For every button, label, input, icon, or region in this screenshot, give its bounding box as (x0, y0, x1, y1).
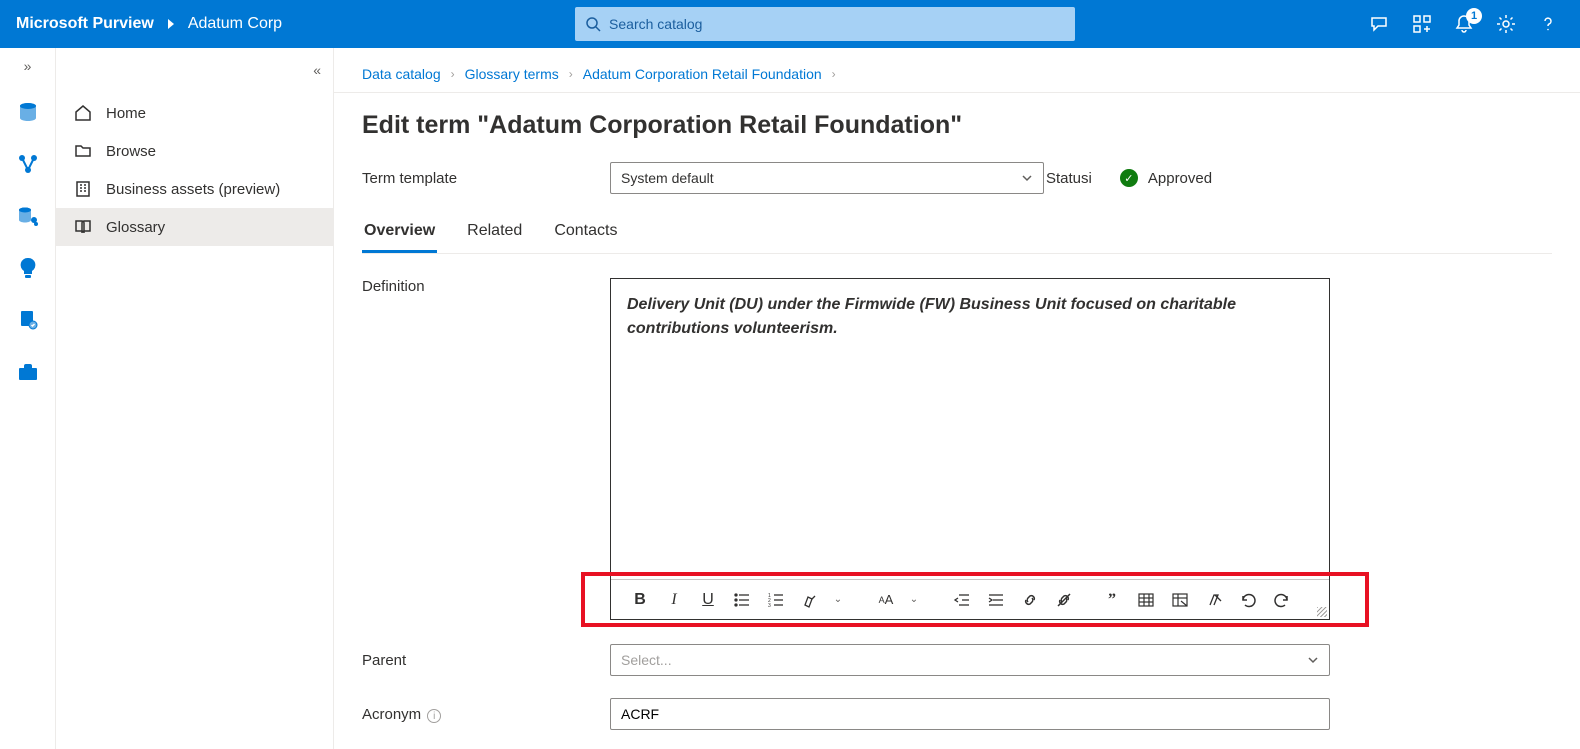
term-template-value: System default (621, 170, 714, 186)
search-icon (585, 16, 601, 32)
font-size-button[interactable]: AA (871, 585, 901, 615)
underline-button[interactable]: U (693, 585, 723, 615)
sidebar-item-browse[interactable]: Browse (56, 132, 333, 170)
sidebar-item-label: Business assets (preview) (106, 181, 280, 198)
top-bar: Microsoft Purview Adatum Corp 1 (0, 0, 1580, 48)
clear-format-button[interactable] (1199, 585, 1229, 615)
info-icon[interactable]: i (1089, 170, 1092, 187)
breadcrumb-current-term[interactable]: Adatum Corporation Retail Foundation (583, 66, 822, 82)
sidebar-item-label: Home (106, 105, 146, 122)
book-icon (74, 218, 92, 236)
bold-button[interactable]: B (625, 585, 655, 615)
parent-select[interactable]: Select... (610, 644, 1330, 676)
rail-map-icon[interactable] (14, 150, 42, 178)
term-template-label: Term template (362, 170, 610, 187)
acronym-label: Acronymi (362, 706, 610, 723)
status-label: Statusi (1046, 170, 1092, 187)
chevron-right-icon: › (451, 67, 455, 81)
definition-editor: Delivery Unit (DU) under the Firmwide (F… (610, 278, 1330, 620)
chevron-down-icon (1307, 654, 1319, 666)
tab-related[interactable]: Related (465, 216, 524, 253)
breadcrumb: Data catalog › Glossary terms › Adatum C… (334, 48, 1580, 93)
sidebar-item-business-assets[interactable]: Business assets (preview) (56, 170, 333, 208)
chevron-down-icon[interactable]: ⌄ (899, 585, 929, 615)
highlight-color-button[interactable] (795, 585, 825, 615)
link-button[interactable] (1015, 585, 1045, 615)
indent-button[interactable] (981, 585, 1011, 615)
bullet-list-button[interactable] (727, 585, 757, 615)
search-catalog-input[interactable] (575, 7, 1075, 41)
tab-overview[interactable]: Overview (362, 216, 437, 253)
breadcrumb-glossary-terms[interactable]: Glossary terms (465, 66, 559, 82)
collapse-sidebar-icon[interactable]: « (313, 62, 321, 78)
parent-placeholder: Select... (621, 652, 672, 668)
sidebar-item-home[interactable]: Home (56, 94, 333, 132)
sidebar-item-label: Glossary (106, 219, 165, 236)
sidebar-item-label: Browse (106, 143, 156, 160)
table-button[interactable] (1131, 585, 1161, 615)
rail-insights-icon[interactable] (14, 254, 42, 282)
chevron-right-icon: › (569, 67, 573, 81)
rich-text-toolbar: B I U 123 ⌄ AA ⌄ (611, 579, 1329, 619)
building-icon (74, 180, 92, 198)
term-tabs: Overview Related Contacts (362, 216, 1552, 254)
status-approved-icon: ✓ (1120, 169, 1138, 187)
expand-rail-icon[interactable]: » (24, 58, 32, 74)
definition-label: Definition (362, 278, 610, 295)
breadcrumb-data-catalog[interactable]: Data catalog (362, 66, 441, 82)
outdent-button[interactable] (947, 585, 977, 615)
table-style-button[interactable] (1165, 585, 1195, 615)
definition-textarea[interactable]: Delivery Unit (DU) under the Firmwide (F… (611, 279, 1329, 579)
sidebar-item-glossary[interactable]: Glossary (56, 208, 333, 246)
chevron-down-icon[interactable]: ⌄ (823, 585, 853, 615)
rail-sources-icon[interactable] (14, 202, 42, 230)
status-value: Approved (1148, 170, 1212, 187)
sidebar-nav: « Home Browse Business assets (preview) … (56, 48, 334, 749)
rail-data-catalog-icon[interactable] (14, 98, 42, 126)
undo-button[interactable] (1233, 585, 1263, 615)
folder-icon (74, 142, 92, 160)
chevron-down-icon (1021, 172, 1033, 184)
caret-right-icon (168, 19, 174, 29)
resize-handle-icon[interactable] (1317, 607, 1327, 617)
parent-label: Parent (362, 652, 610, 669)
notification-badge: 1 (1466, 8, 1482, 24)
italic-button[interactable]: I (659, 585, 689, 615)
svg-text:3: 3 (768, 603, 771, 609)
page-title: Edit term "Adatum Corporation Retail Fou… (334, 93, 1580, 162)
redo-button[interactable] (1267, 585, 1297, 615)
home-icon (74, 104, 92, 122)
acronym-input[interactable] (610, 698, 1330, 730)
chevron-right-icon: › (832, 67, 836, 81)
help-icon[interactable] (1536, 12, 1560, 36)
term-template-select[interactable]: System default (610, 162, 1044, 194)
tab-contacts[interactable]: Contacts (552, 216, 619, 253)
brand-name[interactable]: Microsoft Purview (16, 15, 154, 33)
main-content: Data catalog › Glossary terms › Adatum C… (334, 48, 1580, 749)
feedback-icon[interactable] (1368, 12, 1392, 36)
unlink-button[interactable] (1049, 585, 1079, 615)
quote-button[interactable]: ” (1097, 585, 1127, 615)
settings-icon[interactable] (1494, 12, 1518, 36)
rail-policy-icon[interactable] (14, 306, 42, 334)
left-rail: » (0, 48, 56, 749)
rail-management-icon[interactable] (14, 358, 42, 386)
collections-icon[interactable] (1410, 12, 1434, 36)
workspace-name[interactable]: Adatum Corp (188, 15, 282, 33)
notifications-icon[interactable]: 1 (1452, 12, 1476, 36)
info-icon[interactable]: i (427, 709, 441, 723)
numbered-list-button[interactable]: 123 (761, 585, 791, 615)
search-input-field[interactable] (609, 16, 1065, 32)
